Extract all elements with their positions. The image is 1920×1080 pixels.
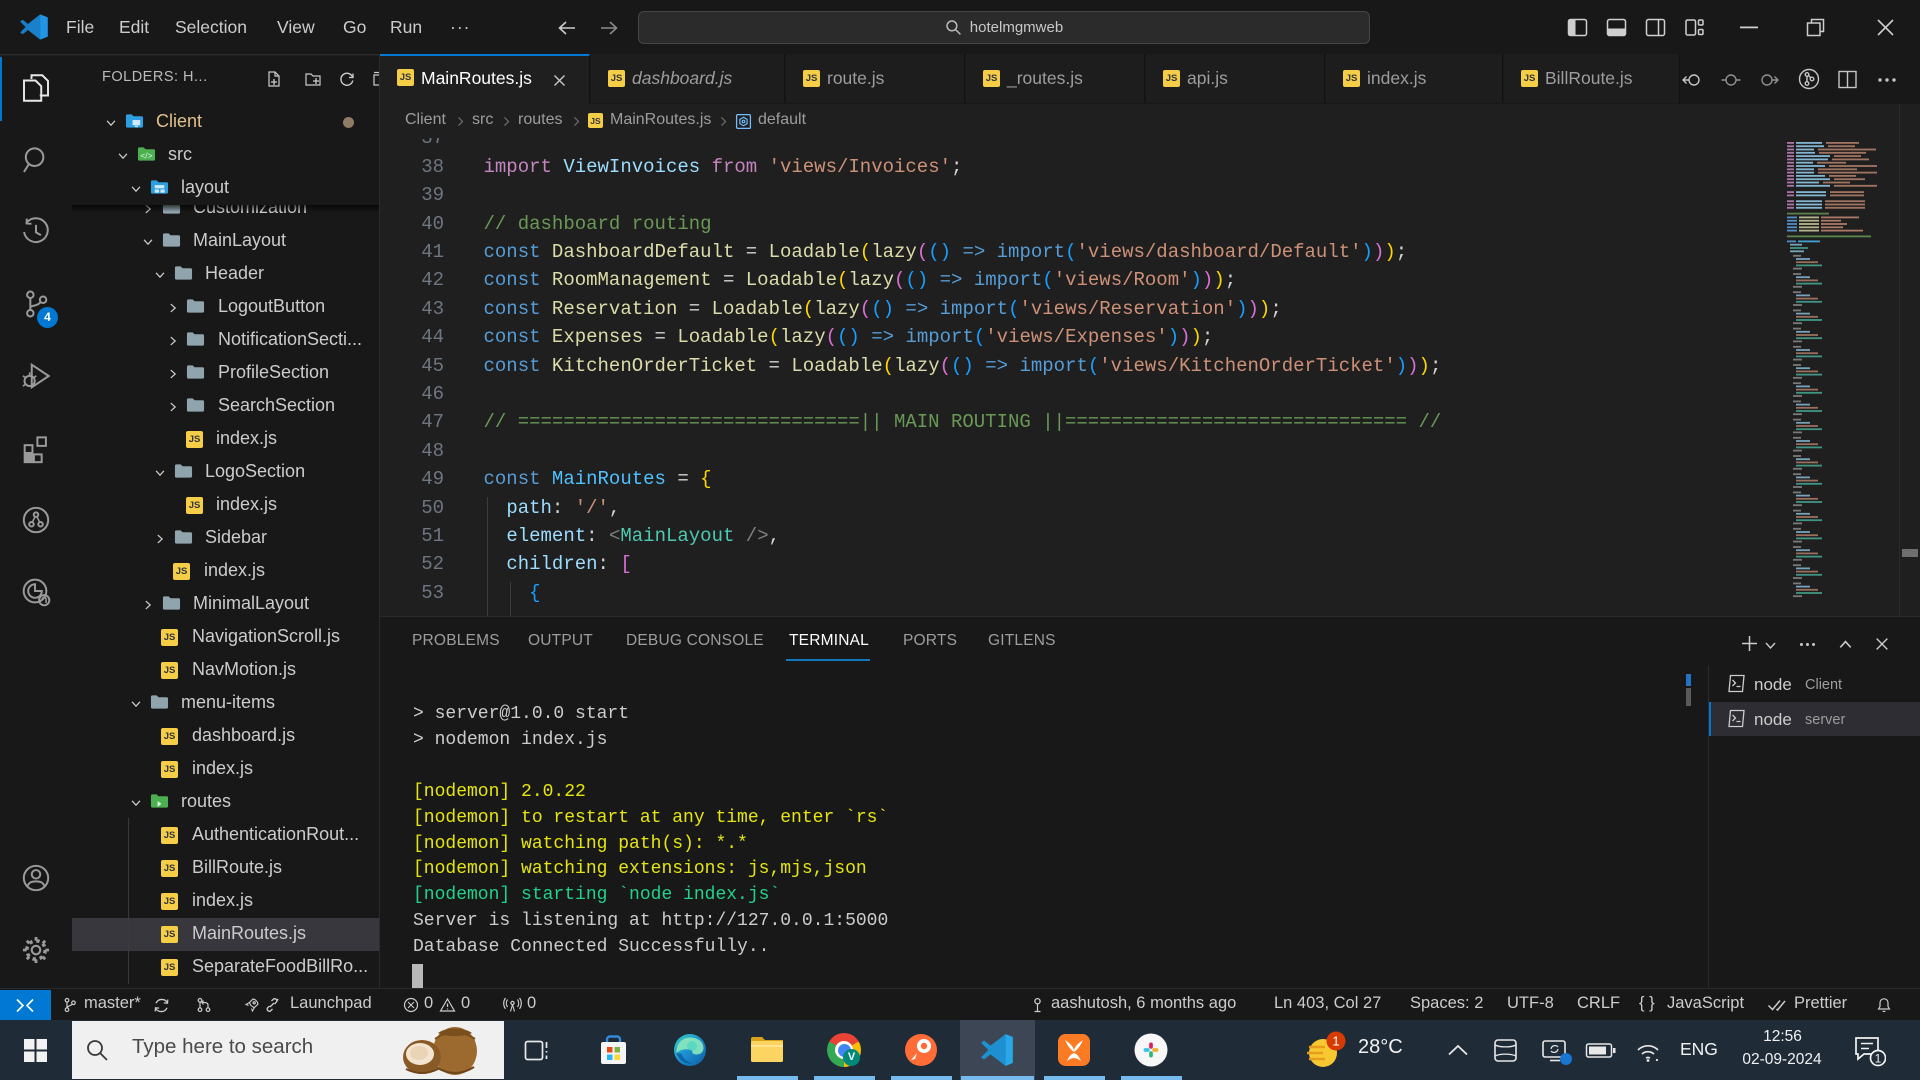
- svg-text:1: 1: [1332, 1034, 1339, 1049]
- svg-text:1: 1: [1875, 1052, 1882, 1066]
- svg-text:</>: </>: [140, 150, 152, 160]
